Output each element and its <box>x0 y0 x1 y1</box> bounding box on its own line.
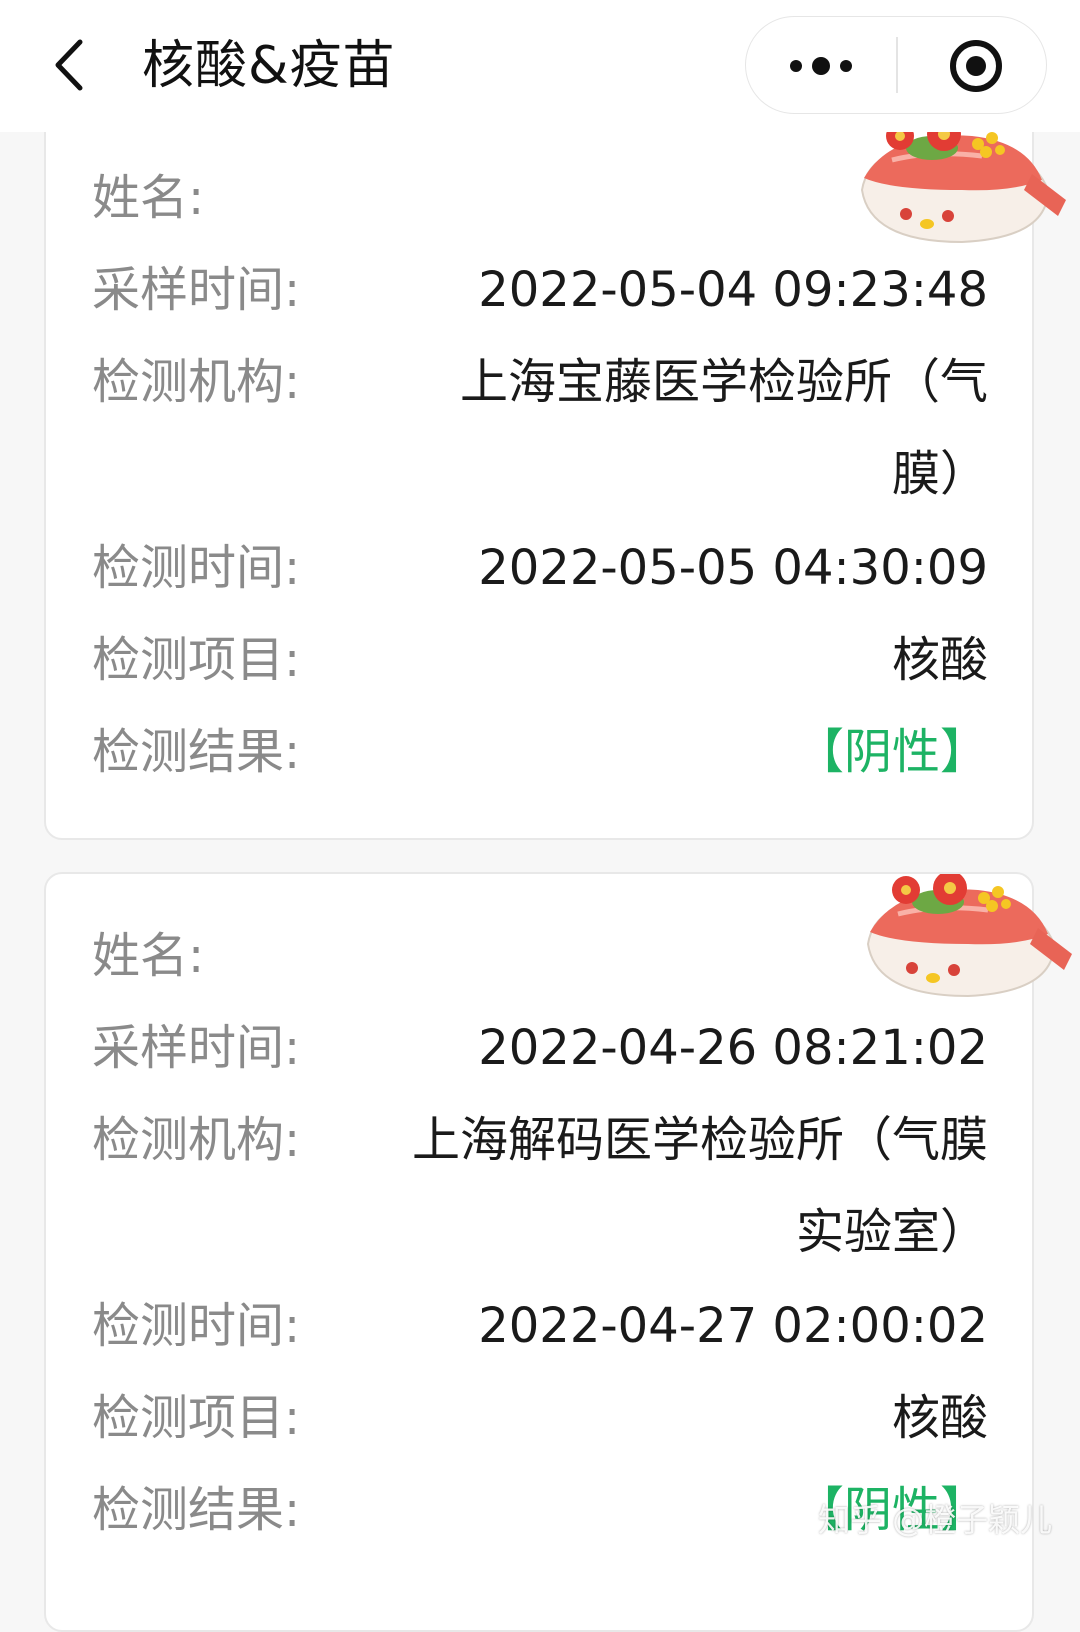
sushi-sticker <box>860 120 1066 244</box>
test-item-label: 检测项目: <box>92 632 301 688</box>
institution-value: 上海宝藤医学检验所（气膜） <box>459 354 988 502</box>
institution-row: 检测机构: 上海宝藤医学检验所（气膜） <box>92 336 988 520</box>
sample-time-value: 2022-04-26 08:21:02 <box>478 1020 988 1076</box>
sushi-sticker <box>866 874 1072 998</box>
institution-label: 检测机构: <box>92 1112 301 1168</box>
test-item-label: 检测项目: <box>92 1390 301 1446</box>
more-button[interactable] <box>746 17 896 113</box>
target-circle-icon <box>950 40 1002 92</box>
test-item-value: 核酸 <box>891 1390 988 1446</box>
mini-program-capsule <box>745 16 1047 114</box>
test-time-label: 检测时间: <box>92 540 301 596</box>
name-label: 姓名: <box>92 928 205 984</box>
back-button[interactable] <box>44 30 104 100</box>
page-title: 核酸&疫苗 <box>142 36 396 96</box>
institution-row: 检测机构: 上海解码医学检验所（气膜实验室） <box>92 1094 988 1278</box>
institution-label: 检测机构: <box>92 354 301 410</box>
result-label: 检测结果: <box>92 724 301 780</box>
sample-time-label: 采样时间: <box>92 1020 301 1076</box>
sample-time-value: 2022-05-04 09:23:48 <box>478 262 988 318</box>
test-time-value: 2022-05-05 04:30:09 <box>478 540 988 596</box>
test-time-value: 2022-04-27 02:00:02 <box>478 1298 988 1354</box>
close-button[interactable] <box>898 17 1046 113</box>
chevron-left-icon <box>55 39 83 91</box>
sample-time-label: 采样时间: <box>92 262 301 318</box>
test-record-card: 姓名: 采样时间: 2022-05-04 09:23:48 检测机构: 上海宝藤… <box>44 40 1066 840</box>
institution-value: 上海解码医学检验所（气膜实验室） <box>411 1112 988 1260</box>
nav-bar: 核酸&疫苗 <box>0 0 1080 132</box>
test-item-value: 核酸 <box>891 632 988 688</box>
result-label: 检测结果: <box>92 1482 301 1538</box>
watermark-text: 知乎 @橙子颖儿 <box>818 1501 1053 1539</box>
result-badge: 【阴性】 <box>795 724 988 780</box>
name-label: 姓名: <box>92 170 205 226</box>
test-time-label: 检测时间: <box>92 1298 301 1354</box>
more-dots-icon <box>790 57 852 75</box>
